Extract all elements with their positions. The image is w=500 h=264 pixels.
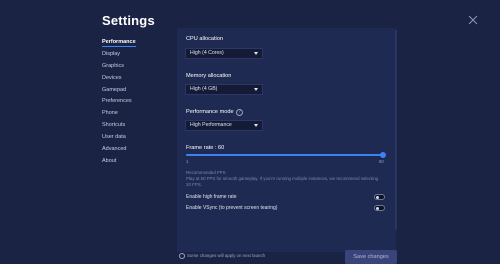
sidebar-item-label: Performance [102, 39, 136, 47]
sidebar-item-about[interactable]: About [102, 156, 172, 168]
sidebar-item-label: Shortcuts [102, 122, 126, 129]
recommended-fps-title: Recommended FPS [186, 170, 226, 175]
toggle-knob [376, 195, 380, 200]
settings-sidebar: Performance Display Graphics Devices Gam… [102, 37, 172, 168]
sidebar-item-label: Phone [102, 110, 118, 117]
frame-rate-slider-track[interactable] [186, 154, 384, 156]
sidebar-item-label: About [102, 157, 117, 164]
panel-scrollbar[interactable] [395, 30, 397, 230]
sidebar-item-devices[interactable]: Devices [102, 73, 172, 85]
toggle-label-high-frame-rate: Enable high frame rate [186, 194, 237, 200]
sidebar-item-gamepad[interactable]: Gamepad [102, 85, 172, 97]
sidebar-item-label: Display [102, 50, 121, 57]
sidebar-item-user-data[interactable]: User data [102, 132, 172, 144]
sidebar-item-performance[interactable]: Performance [102, 37, 172, 49]
sidebar-item-label: User data [102, 134, 126, 141]
save-changes-button[interactable]: Save changes [345, 250, 397, 264]
memory-allocation-value: High (4 GB) [190, 86, 218, 92]
chevron-down-icon [254, 124, 258, 127]
sidebar-item-phone[interactable]: Phone [102, 108, 172, 120]
page-title: Settings [102, 13, 155, 28]
footer-note-row: Some changes will apply on next launch [179, 253, 265, 259]
sidebar-item-label: Preferences [102, 98, 132, 105]
toggle-label-vsync: Enable VSync (to prevent screen tearing) [186, 205, 278, 211]
toggle-knob [376, 206, 380, 211]
sidebar-item-advanced[interactable]: Advanced [102, 144, 172, 156]
cpu-allocation-value: High (4 Cores) [190, 50, 224, 56]
sidebar-item-label: Gamepad [102, 86, 127, 93]
vsync-toggle[interactable] [374, 205, 385, 211]
sidebar-item-label: Devices [102, 74, 122, 81]
high-frame-rate-toggle[interactable] [374, 194, 385, 200]
recommended-fps-text: Play at 60 FPS for smooth gameplay. If y… [186, 176, 379, 187]
frame-rate-min-label: 1 [186, 159, 189, 164]
sidebar-item-shortcuts[interactable]: Shortcuts [102, 120, 172, 132]
performance-mode-dropdown[interactable]: High Performance [185, 120, 263, 131]
sidebar-item-graphics[interactable]: Graphics [102, 61, 172, 73]
chevron-down-icon [254, 88, 258, 91]
sidebar-item-display[interactable]: Display [102, 49, 172, 61]
restart-note: Some changes will apply on next launch [187, 253, 266, 259]
close-icon[interactable] [468, 12, 478, 25]
memory-allocation-label: Memory allocation [186, 73, 232, 79]
info-circle-icon [179, 253, 185, 259]
cpu-allocation-dropdown[interactable]: High (4 Cores) [185, 48, 263, 59]
sidebar-item-preferences[interactable]: Preferences [102, 96, 172, 108]
frame-rate-max-label: 60 [379, 159, 384, 164]
performance-mode-label: Performance mode [186, 109, 234, 115]
memory-allocation-dropdown[interactable]: High (4 GB) [185, 84, 263, 95]
performance-mode-value: High Performance [190, 122, 232, 128]
sidebar-item-label: Advanced [102, 146, 127, 153]
sidebar-item-label: Graphics [102, 62, 125, 69]
frame-rate-label: Frame rate : 60 [186, 145, 225, 151]
cpu-allocation-label: CPU allocation [186, 36, 223, 42]
settings-panel [177, 28, 396, 252]
info-icon[interactable]: ? [236, 109, 243, 116]
chevron-down-icon [254, 52, 258, 55]
frame-rate-slider-handle[interactable] [380, 152, 386, 158]
